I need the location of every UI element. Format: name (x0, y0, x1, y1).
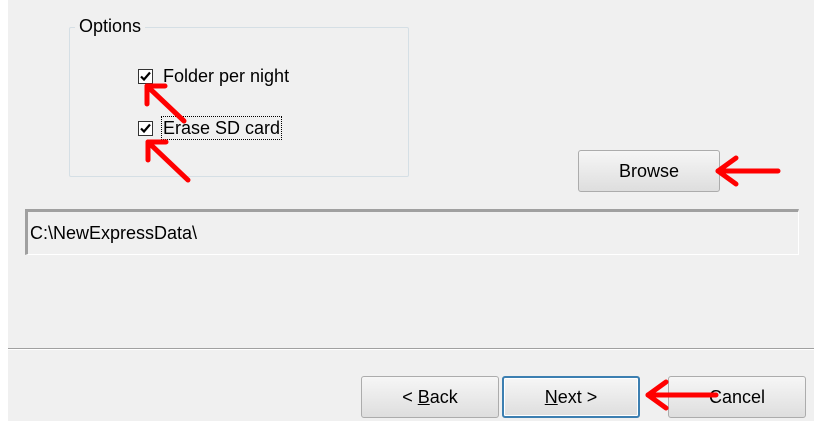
erase-sd-card-checkbox[interactable]: Erase SD card (138, 116, 283, 140)
cancel-button[interactable]: Cancel (668, 376, 806, 418)
back-button-label: < Back (402, 386, 458, 407)
browse-button-label: Browse (618, 160, 680, 181)
folder-per-night-label: Folder per night (163, 66, 290, 86)
path-value: C:\NewExpressData\ (30, 222, 198, 243)
checkbox-checked-icon[interactable] (138, 120, 153, 136)
wizard-page: Options Folder per night Erase SD card B… (8, 0, 814, 421)
path-field: C:\NewExpressData\ (25, 209, 799, 255)
next-button[interactable]: Next > (502, 376, 640, 418)
folder-per-night-checkbox[interactable]: Folder per night (138, 64, 290, 88)
next-button-label: Next > (544, 386, 598, 407)
checkbox-checked-icon[interactable] (138, 68, 153, 84)
footer-separator (8, 348, 814, 350)
cancel-button-label: Cancel (708, 386, 766, 407)
options-groupbox (69, 27, 409, 177)
browse-button[interactable]: Browse (578, 150, 720, 192)
options-groupbox-title: Options (75, 14, 146, 38)
erase-sd-card-label: Erase SD card (160, 116, 283, 140)
back-button[interactable]: < Back (361, 376, 499, 418)
